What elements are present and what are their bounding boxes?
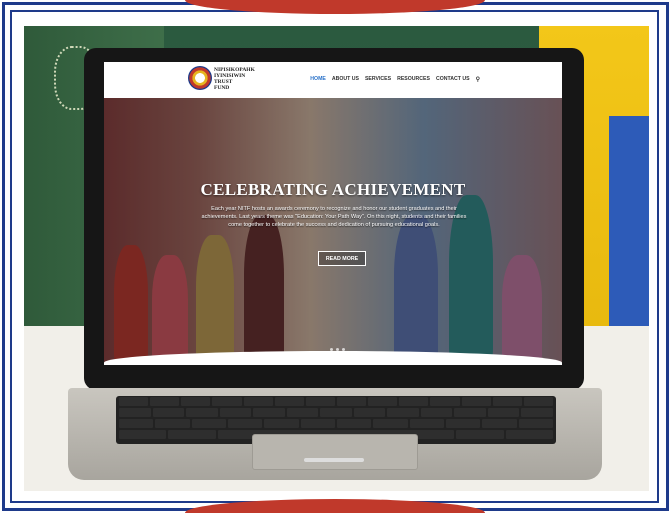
nav-home[interactable]: HOME [310, 76, 326, 83]
nav-resources[interactable]: RESOURCES [397, 76, 430, 83]
site-header: NIPISIKOPAHK IYINISIWIN TRUST FUND HOME … [104, 62, 562, 98]
logo-line-4: FUND [214, 85, 230, 91]
laptop-screen: NIPISIKOPAHK IYINISIWIN TRUST FUND HOME … [104, 62, 562, 365]
lid-notch [304, 458, 364, 462]
touchpad [252, 434, 418, 470]
search-icon[interactable]: ⚲ [476, 76, 480, 83]
hero-banner: CELEBRATING ACHIEVEMENT Each year NITF h… [104, 98, 562, 365]
photo-scene: NIPISIKOPAHK IYINISIWIN TRUST FUND HOME … [24, 26, 649, 491]
key-row [116, 407, 556, 418]
hero-overlay [104, 98, 562, 365]
nav-services[interactable]: SERVICES [365, 76, 391, 83]
nav-about-us[interactable]: ABOUT US [332, 76, 359, 83]
logo-icon[interactable] [188, 66, 212, 90]
read-more-button[interactable]: READ MORE [318, 251, 366, 266]
blue-panel [609, 116, 649, 356]
hero-description: Each year NITF hosts an awards ceremony … [201, 206, 467, 228]
hero-title: CELEBRATING ACHIEVEMENT [200, 180, 466, 199]
key-row [116, 418, 556, 429]
logo-text[interactable]: NIPISIKOPAHK IYINISIWIN TRUST FUND [214, 67, 274, 91]
nav-contact-us[interactable]: CONTACT US [436, 76, 470, 83]
key-row [116, 396, 556, 407]
main-nav: HOME ABOUT US SERVICES RESOURCES CONTACT… [310, 76, 480, 83]
